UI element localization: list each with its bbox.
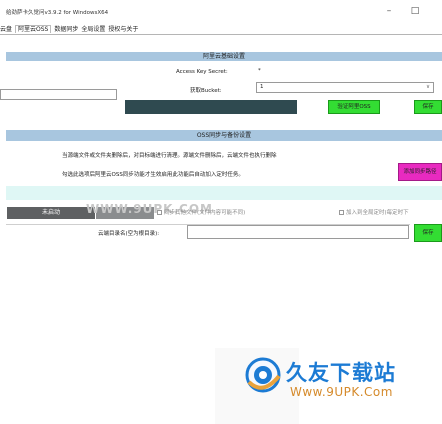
backup-checkbox-label: 同步其他文件(文件内容可能不同) xyxy=(164,210,246,216)
save-cloud-dir-button[interactable]: 保存 xyxy=(414,224,442,242)
sync-note-1: 当源端文件或文件夹删除后，对目标端进行清理。源端文件删除后，云端文件也执行删除 xyxy=(62,153,277,159)
backup-checkbox[interactable] xyxy=(157,210,162,215)
access-key-label: Access Key Secret: xyxy=(176,69,228,75)
add-sync-path-button[interactable]: 添加同步路径 xyxy=(398,163,442,181)
tab-divider xyxy=(0,34,442,35)
bucket-select[interactable]: 1 ∨ xyxy=(256,82,434,93)
backup-checkbox-row[interactable]: 同步其他文件(文件内容可能不同) xyxy=(157,208,245,216)
logo-brand-text: 久友下载站 xyxy=(286,361,396,385)
endpoint-input[interactable] xyxy=(0,89,117,100)
minimize-button[interactable]: – xyxy=(382,5,396,17)
oss-config-header: 阿里云基础设置 xyxy=(6,52,442,61)
tab-global-settings[interactable]: 全局设置 xyxy=(81,26,105,33)
access-key-value: * xyxy=(258,68,261,74)
verify-oss-button[interactable]: 验证阿里OSS xyxy=(328,100,380,114)
timed-checkbox-row[interactable]: 加入到全局定时(每定时下 xyxy=(339,208,409,216)
window-title: 给劲萨卡久觉问v3.9.2 for WindowsX64 xyxy=(6,10,109,16)
tab-data-sync[interactable]: 数据同步 xyxy=(54,26,78,33)
bucket-value: 1 xyxy=(260,84,264,90)
tab-about[interactable]: 授权与关于 xyxy=(108,26,138,33)
timed-checkbox[interactable] xyxy=(339,210,344,215)
oss-config-title: 阿里云基础设置 xyxy=(202,53,245,60)
logo-globe-icon xyxy=(244,356,282,396)
sync-settings-title: OSS同步与备份设置 xyxy=(196,132,252,139)
access-key-input[interactable]: * xyxy=(254,66,436,77)
cloud-dir-input[interactable] xyxy=(187,225,409,239)
sync-note-2: 勾选此选项后阿里云OSS同步功能才生效启用此功能后自动加入定时任务。 xyxy=(62,172,244,178)
cloud-dir-label: 云端目录名(空为根目录): xyxy=(98,231,160,237)
sync-settings-header: OSS同步与备份设置 xyxy=(6,130,442,141)
logo-url-text: Www.9UPK.Com xyxy=(290,385,393,399)
tab-cloud[interactable]: 云盘 xyxy=(0,26,12,33)
start-sync-button[interactable]: 未启动 xyxy=(7,207,95,219)
endpoint-display-bar xyxy=(125,100,297,114)
timed-checkbox-label: 加入到全局定时(每定时下 xyxy=(346,210,409,216)
sync-status-strip xyxy=(6,186,442,200)
save-oss-button[interactable]: 保存 xyxy=(414,100,442,114)
tab-aliyun-oss[interactable]: 阿里云OSS xyxy=(15,25,52,33)
chevron-down-icon: ∨ xyxy=(425,84,430,90)
bucket-label: 获取Bucket: xyxy=(190,88,222,94)
maximize-button[interactable]: □ xyxy=(408,5,422,17)
